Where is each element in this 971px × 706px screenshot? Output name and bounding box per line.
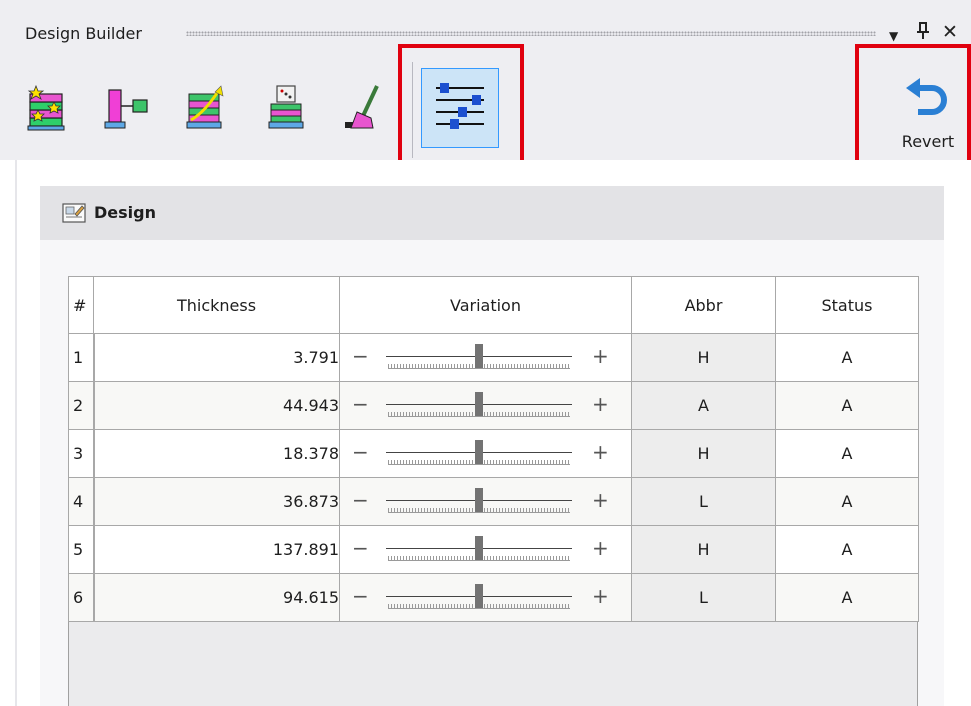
close-icon[interactable]: ✕ [942,22,958,42]
slider-thumb[interactable] [475,535,483,560]
slider-thumb[interactable] [475,487,483,512]
status-cell: A [775,525,919,574]
slider-decrease-button[interactable]: − [352,490,369,510]
slider-adjust-button[interactable] [421,68,499,148]
table-row[interactable]: 4 36.873− + L A [68,477,919,526]
layer-probe-button[interactable] [102,70,150,146]
thickness-cell[interactable]: 18.378 [93,429,340,478]
title-bar: Design Builder ▼ ✕ [0,0,971,52]
layer-probe-icon [103,82,149,134]
slider-increase-button[interactable]: + [592,538,609,558]
status-cell: A [775,381,919,430]
abbr-cell: L [631,477,776,526]
thickness-cell[interactable]: 137.891 [93,525,340,574]
layer-growth-button[interactable] [182,70,230,146]
slider-increase-button[interactable]: + [592,346,609,366]
slider-increase-button[interactable]: + [592,394,609,414]
thickness-cell[interactable]: 94.615 [93,573,340,622]
table-row[interactable]: 6 94.615− + L A [68,573,919,622]
panel-edge [15,160,17,706]
table-row[interactable]: 5 137.891− + H A [68,525,919,574]
variation-slider[interactable]: − + [352,335,622,381]
design-grid: # Thickness Variation Abbr Status 1 3.791… [68,276,919,622]
slider-increase-button[interactable]: + [592,442,609,462]
slider-adjust-icon [432,78,488,138]
slider-decrease-button[interactable]: − [352,538,369,558]
status-cell: A [775,573,919,622]
row-number: 4 [68,477,95,526]
row-number: 2 [68,381,95,430]
column-header-status[interactable]: Status [775,276,919,334]
slider-thumb[interactable] [475,439,483,464]
column-header-thickness[interactable]: Thickness [93,276,340,334]
slider-increase-button[interactable]: + [592,490,609,510]
variation-cell: − + [339,477,632,526]
thickness-cell[interactable]: 44.943 [93,381,340,430]
grid-body: 1 3.791− + H A 2 44.943− + A A 3 18.378− + H A 4 36.873−… [68,333,919,622]
status-cell: A [775,429,919,478]
table-row[interactable]: 3 18.378− + H A [68,429,919,478]
abbr-cell: L [631,573,776,622]
row-number: 1 [68,333,95,382]
window-title: Design Builder [25,24,142,43]
revert-button[interactable]: Revert [888,62,968,160]
variation-slider[interactable]: − + [352,527,622,573]
broom-clean-icon [343,82,389,134]
revert-label: Revert [901,132,955,151]
column-header-num[interactable]: # [68,276,94,334]
ribbon-separator [412,62,413,158]
random-dice-stack-icon [265,82,307,134]
variation-cell: − + [339,381,632,430]
thickness-cell[interactable]: 3.791 [93,333,340,382]
variation-cell: − + [339,333,632,382]
slider-decrease-button[interactable]: − [352,442,369,462]
abbr-cell: H [631,333,776,382]
abbr-cell: A [631,381,776,430]
random-dice-stack-button[interactable] [262,70,310,146]
broom-clean-button[interactable] [342,70,390,146]
slider-thumb[interactable] [475,583,483,608]
layer-growth-icon [185,82,227,134]
abbr-cell: H [631,525,776,574]
slider-decrease-button[interactable]: − [352,346,369,366]
slider-decrease-button[interactable]: − [352,394,369,414]
status-cell: A [775,333,919,382]
variation-slider[interactable]: − + [352,431,622,477]
slider-thumb[interactable] [475,343,483,368]
design-group-title: Design [94,203,156,222]
variation-slider[interactable]: − + [352,383,622,429]
magic-stack-icon [26,82,66,134]
grid-header-row: # Thickness Variation Abbr Status [68,276,919,334]
undo-arrow-icon [904,74,952,126]
variation-cell: − + [339,429,632,478]
slider-thumb[interactable] [475,391,483,416]
row-number: 5 [68,525,95,574]
variation-slider[interactable]: − + [352,479,622,525]
variation-cell: − + [339,525,632,574]
pin-icon[interactable] [916,22,930,45]
status-cell: A [775,477,919,526]
row-number: 3 [68,429,95,478]
abbr-cell: H [631,429,776,478]
table-row[interactable]: 1 3.791− + H A [68,333,919,382]
design-group-header[interactable]: Design [40,186,944,240]
slider-decrease-button[interactable]: − [352,586,369,606]
magic-stack-button[interactable] [22,70,70,146]
variation-cell: − + [339,573,632,622]
dropdown-icon[interactable]: ▼ [889,26,898,46]
variation-slider[interactable]: − + [352,575,622,621]
title-grip[interactable] [186,31,876,36]
column-header-abbr[interactable]: Abbr [631,276,776,334]
thickness-cell[interactable]: 36.873 [93,477,340,526]
column-header-variation[interactable]: Variation [339,276,632,334]
row-number: 6 [68,573,95,622]
table-row[interactable]: 2 44.943− + A A [68,381,919,430]
slider-increase-button[interactable]: + [592,586,609,606]
design-panel-icon [62,202,86,228]
